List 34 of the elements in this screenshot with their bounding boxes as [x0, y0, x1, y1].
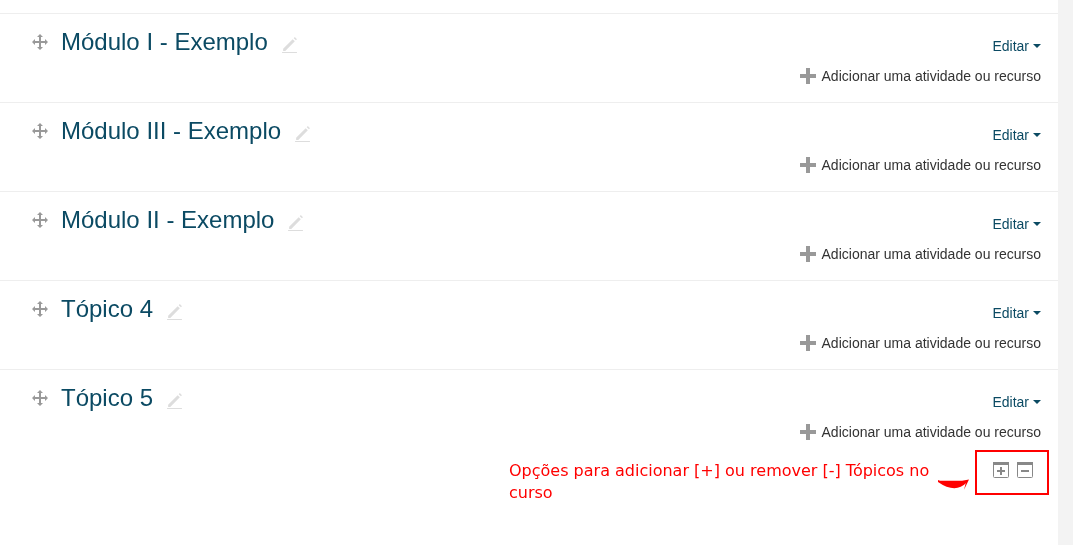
move-icon[interactable] [32, 123, 48, 139]
edit-menu[interactable]: Editar [992, 38, 1041, 54]
remove-section-icon[interactable] [1017, 462, 1033, 478]
add-section-icon[interactable] [993, 462, 1009, 478]
caret-icon [1033, 311, 1041, 315]
edit-menu[interactable]: Editar [992, 394, 1041, 410]
add-activity-link[interactable]: Adicionar uma atividade ou recurso [799, 335, 1041, 351]
plus-icon [799, 157, 816, 173]
add-activity-link[interactable]: Adicionar uma atividade ou recurso [799, 68, 1041, 84]
edit-menu[interactable]: Editar [992, 127, 1041, 143]
plus-icon [799, 68, 816, 84]
edit-menu[interactable]: Editar [992, 216, 1041, 232]
caret-icon [1033, 44, 1041, 48]
move-icon[interactable] [32, 34, 48, 50]
section-title: Tópico 4 [61, 295, 154, 323]
caret-icon [1033, 133, 1041, 137]
move-icon[interactable] [32, 212, 48, 228]
section-title: Módulo II - Exemplo [61, 206, 275, 234]
section-title: Módulo III - Exemplo [61, 117, 282, 145]
move-icon[interactable] [32, 390, 48, 406]
plus-icon [799, 246, 816, 262]
edit-menu[interactable]: Editar [992, 305, 1041, 321]
caret-icon [1033, 400, 1041, 404]
arrow [938, 477, 970, 491]
move-icon[interactable] [32, 301, 48, 317]
add-activity-link[interactable]: Adicionar uma atividade ou recurso [799, 157, 1041, 173]
annotation-text: Opções para adicionar [+] ou remover [-] Tópicos no curso [509, 460, 931, 504]
plus-icon [799, 424, 816, 440]
section-title: Tópico 5 [61, 384, 154, 412]
plus-icon [799, 335, 816, 351]
add-activity-link[interactable]: Adicionar uma atividade ou recurso [799, 246, 1041, 262]
add-activity-link[interactable]: Adicionar uma atividade ou recurso [799, 424, 1041, 440]
section-title: Módulo I - Exemplo [61, 28, 268, 56]
caret-icon [1033, 222, 1041, 226]
